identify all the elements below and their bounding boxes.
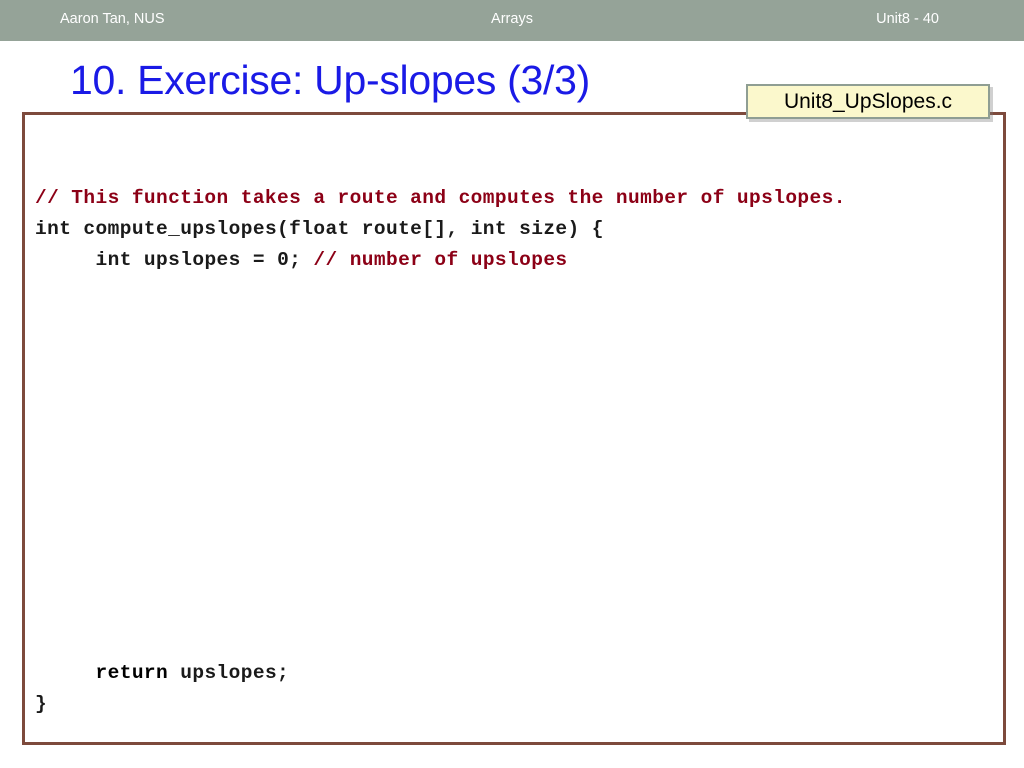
code-tail-lines: return upslopes;}	[35, 658, 289, 720]
code-line: int compute_upslopes(float route[], int …	[35, 214, 1003, 245]
code-token-plain: upslopes =	[131, 249, 278, 271]
code-token-plain: compute_upslopes(	[71, 218, 290, 240]
code-line: }	[35, 689, 289, 720]
code-listing: // This function takes a route and compu…	[25, 115, 1003, 742]
code-token-plain: ;	[289, 249, 314, 271]
code-token-plain: route[],	[349, 218, 471, 240]
code-token-keyword: int	[35, 218, 72, 240]
code-lines: // This function takes a route and compu…	[35, 183, 1003, 679]
source-file-badge: Unit8_UpSlopes.c	[746, 84, 990, 119]
code-line: int upslopes = 0; // number of upslopes	[35, 245, 1003, 276]
header-slide-ref: Unit8 - 40	[876, 11, 939, 27]
code-token-keyword: int	[95, 249, 132, 271]
page-title: 10. Exercise: Up-slopes (3/3)	[70, 57, 590, 103]
code-token-comment: // This function takes a route and compu…	[35, 187, 846, 209]
header-topic: Arrays	[491, 11, 533, 27]
code-token-keyword: return	[95, 662, 169, 684]
code-listing-box: // This function takes a route and compu…	[22, 112, 1006, 745]
slide-header-bar: Aaron Tan, NUS Arrays Unit8 - 40	[0, 0, 1024, 41]
code-token-number: 0	[277, 249, 290, 271]
source-file-name: Unit8_UpSlopes.c	[783, 89, 953, 113]
code-token-plain: size) {	[507, 218, 604, 240]
code-line: return upslopes;	[35, 658, 289, 689]
code-token-comment: // number of upslopes	[313, 249, 568, 271]
code-token-plain: }	[35, 693, 48, 715]
code-token-plain: upslopes;	[168, 662, 290, 684]
code-line: // This function takes a route and compu…	[35, 183, 1003, 214]
code-token-keyword: float	[289, 218, 350, 240]
code-token-keyword: int	[470, 218, 508, 240]
